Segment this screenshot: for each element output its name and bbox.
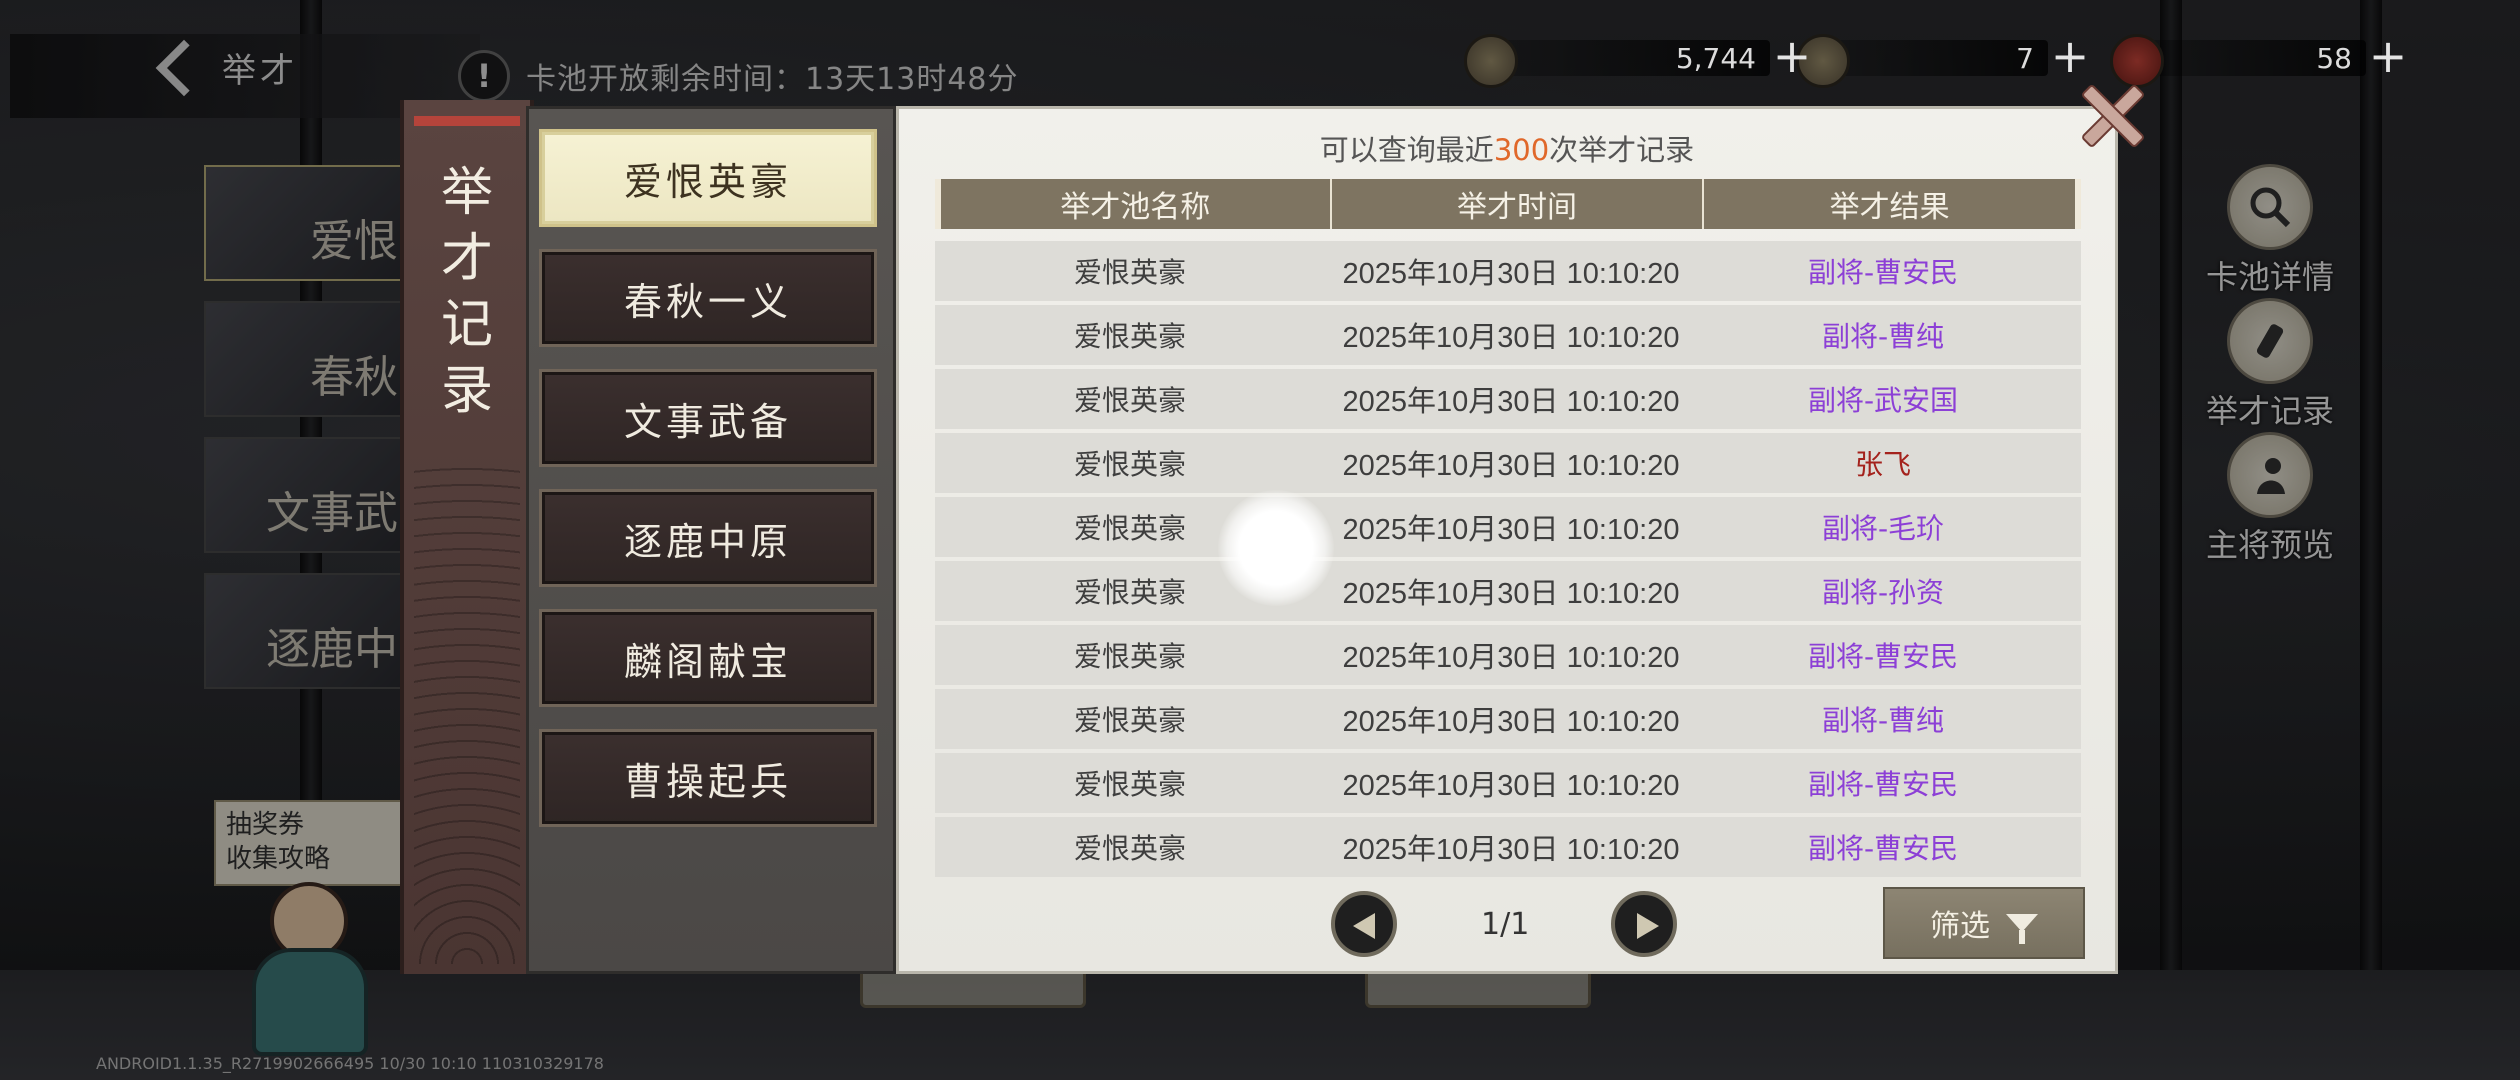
table-row: 爱恨英豪 2025年10月30日 10:10:20 副将-曹纯 — [935, 305, 2081, 365]
pool-tab-list: 爱恨英豪 春秋一义 文事武备 逐鹿中原 麟阁献宝 曹操起兵 — [526, 106, 896, 974]
table-row: 爱恨英豪 2025年10月30日 10:10:20 张飞 — [935, 433, 2081, 493]
pool-tab-linge[interactable]: 麟阁献宝 — [539, 609, 877, 707]
table-row: 爱恨英豪 2025年10月30日 10:10:20 副将-曹安民 — [935, 753, 2081, 813]
pool-tab-chunqiu[interactable]: 春秋一义 — [539, 249, 877, 347]
cell-pool: 爱恨英豪 — [1073, 256, 1186, 289]
cell-result: 副将-曹安民 — [1807, 832, 1959, 865]
add-currency-button[interactable]: + — [1770, 33, 1814, 80]
cell-time: 2025年10月30日 10:10:20 — [1342, 258, 1680, 290]
cell-result: 副将-孙资 — [1821, 576, 1945, 609]
cell-result: 张飞 — [1854, 448, 1911, 481]
cell-time: 2025年10月30日 10:10:20 — [1342, 770, 1680, 802]
pool-tab-zhulu[interactable]: 逐鹿中原 — [539, 489, 877, 587]
pool-tab-aihen[interactable]: 爱恨英豪 — [539, 129, 877, 227]
column-header-time: 举才时间 — [1329, 179, 1703, 229]
cell-pool: 爱恨英豪 — [1073, 640, 1186, 673]
cell-pool: 爱恨英豪 — [1073, 320, 1186, 353]
table-header: 举才池名称 举才时间 举才结果 — [935, 179, 2081, 229]
table-row: 爱恨英豪 2025年10月30日 10:10:20 副将-孙资 — [935, 561, 2081, 621]
record-table: 爱恨英豪 2025年10月30日 10:10:20 副将-曹安民 爱恨英豪 2025年1… — [935, 241, 2081, 881]
cell-pool: 爱恨英豪 — [1073, 768, 1186, 801]
modal-title: 举才记录 — [404, 160, 530, 424]
next-page-button[interactable] — [1611, 891, 1677, 957]
table-row: 爱恨英豪 2025年10月30日 10:10:20 副将-武安国 — [935, 369, 2081, 429]
touch-indicator — [1218, 490, 1334, 606]
currency-value: 7 — [2016, 42, 2034, 75]
modal-title-strip: 举才记录 — [400, 100, 534, 974]
cell-time: 2025年10月30日 10:10:20 — [1342, 706, 1680, 738]
funnel-icon — [2006, 914, 2038, 944]
filter-label: 筛选 — [1930, 909, 1990, 944]
pool-tab-caocao[interactable]: 曹操起兵 — [539, 729, 877, 827]
notice-prefix: 可以查询最近 — [1319, 133, 1494, 167]
cell-pool: 爱恨英豪 — [1073, 704, 1186, 737]
cell-time: 2025年10月30日 10:10:20 — [1342, 450, 1680, 482]
cell-result: 副将-武安国 — [1807, 384, 1959, 417]
notice-count: 300 — [1493, 133, 1550, 167]
notice-suffix: 次举才记录 — [1549, 133, 1695, 167]
cell-pool: 爱恨英豪 — [1073, 832, 1186, 865]
record-panel: 可以查询最近300次举才记录 举才池名称 举才时间 举才结果 爱恨英豪 2025年… — [896, 106, 2118, 974]
table-row: 爱恨英豪 2025年10月30日 10:10:20 副将-毛玠 — [935, 497, 2081, 557]
currency-value: 58 — [2316, 42, 2352, 75]
cell-result: 副将-曹安民 — [1807, 640, 1959, 673]
table-row: 爱恨英豪 2025年10月30日 10:10:20 副将-曹安民 — [935, 817, 2081, 877]
cell-result: 副将-毛玠 — [1821, 512, 1945, 545]
cell-result: 副将-曹纯 — [1821, 704, 1945, 737]
close-icon[interactable] — [2078, 82, 2142, 146]
cell-result: 副将-曹安民 — [1807, 256, 1959, 289]
pool-tab-wenshi[interactable]: 文事武备 — [539, 369, 877, 467]
cell-pool: 爱恨英豪 — [1073, 384, 1186, 417]
prev-page-button[interactable] — [1331, 891, 1397, 957]
cell-pool: 爱恨英豪 — [1073, 448, 1186, 481]
wave-pattern — [414, 460, 520, 964]
cell-time: 2025年10月30日 10:10:20 — [1342, 834, 1680, 866]
table-row: 爱恨英豪 2025年10月30日 10:10:20 副将-曹安民 — [935, 625, 2081, 685]
add-currency-button[interactable]: + — [2048, 33, 2092, 80]
cell-result: 副将-曹安民 — [1807, 768, 1959, 801]
cell-time: 2025年10月30日 10:10:20 — [1342, 386, 1680, 418]
table-row: 爱恨英豪 2025年10月30日 10:10:20 副将-曹纯 — [935, 689, 2081, 749]
modal-title-text: 举才记录 — [440, 163, 493, 421]
add-currency-button[interactable]: + — [2366, 33, 2410, 80]
cell-time: 2025年10月30日 10:10:20 — [1342, 578, 1680, 610]
column-header-result: 举才结果 — [1702, 179, 2075, 229]
cell-time: 2025年10月30日 10:10:20 — [1342, 514, 1680, 546]
record-notice: 可以查询最近300次举才记录 — [899, 127, 2115, 169]
filter-button[interactable]: 筛选 — [1883, 887, 2085, 959]
page-indicator: 1/1 — [1481, 907, 1530, 942]
currency-value: 5,744 — [1675, 42, 1756, 75]
cell-time: 2025年10月30日 10:10:20 — [1342, 642, 1680, 674]
cell-time: 2025年10月30日 10:10:20 — [1342, 322, 1680, 354]
column-header-pool: 举才池名称 — [1060, 190, 1211, 225]
table-row: 爱恨英豪 2025年10月30日 10:10:20 副将-曹安民 — [935, 241, 2081, 301]
cell-result: 副将-曹纯 — [1821, 320, 1945, 353]
